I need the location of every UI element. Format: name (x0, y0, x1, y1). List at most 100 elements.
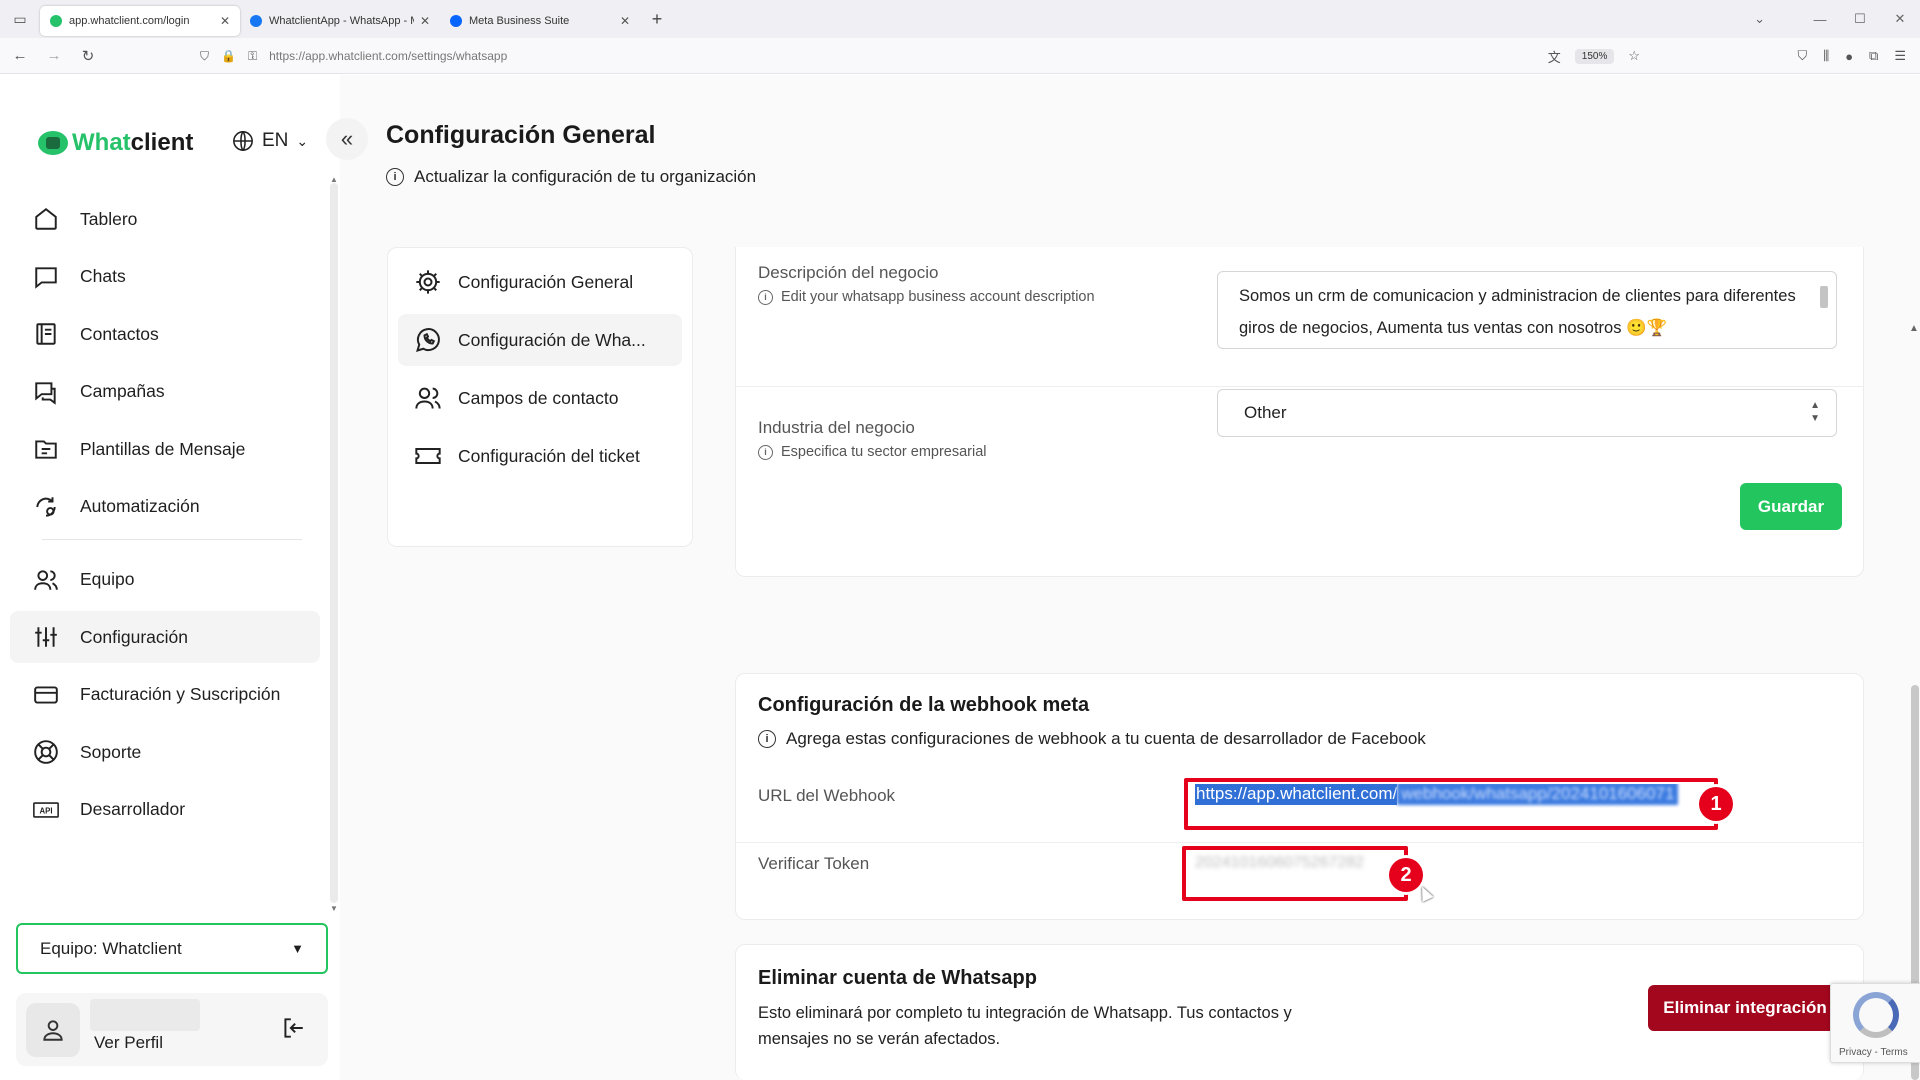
recaptcha-badge[interactable]: Privacy - Terms (1830, 983, 1920, 1063)
minimize-icon[interactable]: — (1800, 0, 1840, 38)
collapse-sidebar-button[interactable]: « (326, 118, 368, 160)
description-textarea[interactable]: Somos un crm de comunicacion y administr… (1217, 271, 1837, 349)
annotation-badge-2: 2 (1389, 858, 1423, 892)
page-scrollbar[interactable]: ▲ (1908, 245, 1920, 1080)
delete-whatsapp-card: Eliminar cuenta de Whatsapp Esto elimina… (735, 944, 1864, 1080)
subnav-item-campos-contacto[interactable]: Campos de contacto (398, 372, 682, 424)
sidebar-item-configuracion[interactable]: Configuración (10, 611, 320, 664)
tab-title: Meta Business Suite (469, 15, 570, 27)
sidebar-item-contactos[interactable]: Contactos (10, 308, 320, 360)
sidebar-item-chats[interactable]: Chats (10, 251, 320, 303)
language-label: EN (262, 130, 289, 151)
browser-tab-2[interactable]: WhatclientApp - WhatsApp - M ✕ (240, 6, 440, 36)
whatclient-logo[interactable]: What client (38, 129, 193, 157)
sidebar-item-tablero[interactable]: Tablero (10, 193, 320, 245)
subnav-item-label: Configuración de Wha... (458, 329, 646, 350)
back-icon[interactable]: ← (6, 42, 34, 70)
main-content: Configuración General i Actualizar la co… (340, 75, 1920, 1080)
caret-down-icon: ▼ (291, 941, 304, 956)
scroll-up-icon[interactable]: ▲ (1909, 323, 1919, 334)
menu-icon[interactable]: ☰ (1894, 48, 1906, 64)
home-icon (32, 205, 60, 233)
save-button[interactable]: Guardar (1740, 483, 1842, 530)
logo-text-what: What (72, 129, 131, 156)
url-text[interactable]: https://app.whatclient.com/settings/what… (269, 49, 507, 63)
sidebar-item-plantillas[interactable]: Plantillas de Mensaje (10, 423, 320, 475)
credit-card-icon (32, 681, 60, 709)
translate-icon[interactable]: 文 (1548, 47, 1561, 66)
language-selector[interactable]: EN ⌄ (232, 130, 308, 152)
close-window-icon[interactable]: ✕ (1880, 0, 1920, 38)
sidebar-item-facturacion[interactable]: Facturación y Suscripción (10, 669, 320, 721)
profile-card[interactable]: Ver Perfil (16, 993, 328, 1066)
webhook-description-text: Agrega estas configuraciones de webhook … (786, 729, 1426, 748)
sidebar-item-soporte[interactable]: Soporte (10, 726, 320, 778)
new-tab-button[interactable]: + (640, 4, 674, 34)
close-tab-icon[interactable]: ✕ (420, 14, 430, 28)
sidebar: What client EN ⌄ ▲ ▼ Tablero Chats Contac… (0, 75, 340, 1080)
sidebar-scrollbar[interactable]: ▲ ▼ (330, 175, 338, 913)
subnav-item-general[interactable]: Configuración General (398, 256, 682, 308)
textarea-scrollbar[interactable] (1818, 274, 1830, 344)
verify-token-label: Verificar Token (758, 854, 870, 873)
double-chevron-left-icon: « (340, 126, 354, 151)
shield-icon: ⛉ (200, 48, 210, 63)
sidebar-item-label: Tablero (80, 208, 138, 229)
whatsapp-icon (416, 328, 440, 352)
industry-select[interactable]: Other ▲ ▼ (1217, 389, 1837, 437)
bookmark-star-icon[interactable]: ☆ (1628, 48, 1640, 64)
info-icon: i (758, 444, 773, 460)
sidebar-item-desarrollador[interactable]: API Desarrollador (10, 784, 320, 836)
chat-icon (32, 263, 60, 291)
tab-overview-icon[interactable]: ▭ (0, 0, 40, 38)
scroll-up-icon[interactable]: ▲ (329, 175, 339, 184)
library-icon[interactable]: ⫼ (1823, 48, 1829, 64)
sidebar-item-label: Campañas (80, 381, 165, 402)
sidebar-item-label: Contactos (80, 323, 159, 344)
account-icon[interactable]: ● (1845, 49, 1853, 64)
sidebar-item-automatizacion[interactable]: Automatización (10, 481, 320, 533)
webhook-title: Configuración de la webhook meta (758, 694, 1090, 716)
subnav-item-label: Campos de contacto (458, 387, 619, 408)
url-bar[interactable]: ⛉ 🔒 ⚿ https://app.whatclient.com/setting… (200, 43, 1670, 69)
browser-tab-3[interactable]: Meta Business Suite ✕ (440, 6, 640, 36)
extensions-icon[interactable]: ⧉ (1869, 48, 1878, 64)
info-icon: i (386, 168, 404, 186)
recaptcha-links[interactable]: Privacy - Terms (1839, 1047, 1908, 1058)
logo-icon (38, 131, 68, 155)
industry-help-text: Especifica tu sector empresarial (781, 444, 987, 460)
logout-icon (284, 1018, 303, 1038)
webhook-description: i Agrega estas configuraciones de webhoo… (758, 729, 1426, 749)
logout-button[interactable] (280, 1015, 306, 1046)
delete-description: Esto eliminará por completo tu integraci… (758, 1004, 1292, 1048)
maximize-icon[interactable]: ☐ (1840, 0, 1880, 38)
team-selector[interactable]: Equipo: Whatclient ▼ (16, 923, 328, 974)
sidebar-item-campanas[interactable]: Campañas (10, 366, 320, 418)
team-selector-label: Equipo: Whatclient (40, 938, 182, 958)
close-tab-icon[interactable]: ✕ (620, 14, 630, 28)
zoom-level[interactable]: 150% (1574, 48, 1615, 64)
reload-icon[interactable]: ↻ (74, 42, 102, 70)
webhook-card: Configuración de la webhook meta i Agreg… (735, 673, 1864, 920)
close-tab-icon[interactable]: ✕ (220, 14, 230, 28)
industry-label: Industria del negocio (758, 418, 915, 437)
user-icon (43, 1020, 63, 1041)
lock-icon: 🔒 (221, 49, 236, 63)
avatar[interactable] (26, 1003, 80, 1057)
sidebar-menu: Tablero Chats Contactos Campañas Plantil… (10, 193, 320, 842)
browser-tab-1[interactable]: app.whatclient.com/login ✕ (40, 6, 240, 36)
view-profile-link[interactable]: Ver Perfil (94, 1033, 163, 1053)
annotation-badge-1: 1 (1699, 787, 1733, 821)
scroll-down-icon[interactable]: ▼ (329, 904, 339, 913)
subnav-item-whatsapp[interactable]: Configuración de Wha... (398, 314, 682, 366)
subnav-item-ticket[interactable]: Configuración del ticket (398, 430, 682, 482)
forward-icon[interactable]: → (40, 42, 68, 70)
settings-sliders-icon (32, 623, 60, 651)
sidebar-item-label: Automatización (80, 496, 200, 517)
whatclient-favicon-icon (50, 15, 62, 27)
list-tabs-icon[interactable]: ⌄ (1754, 0, 1765, 38)
delete-integration-button[interactable]: Eliminar integración (1648, 985, 1842, 1031)
pocket-icon[interactable]: ⛉ (1797, 48, 1807, 64)
divider (736, 386, 1863, 387)
sidebar-item-equipo[interactable]: Equipo (10, 554, 320, 606)
